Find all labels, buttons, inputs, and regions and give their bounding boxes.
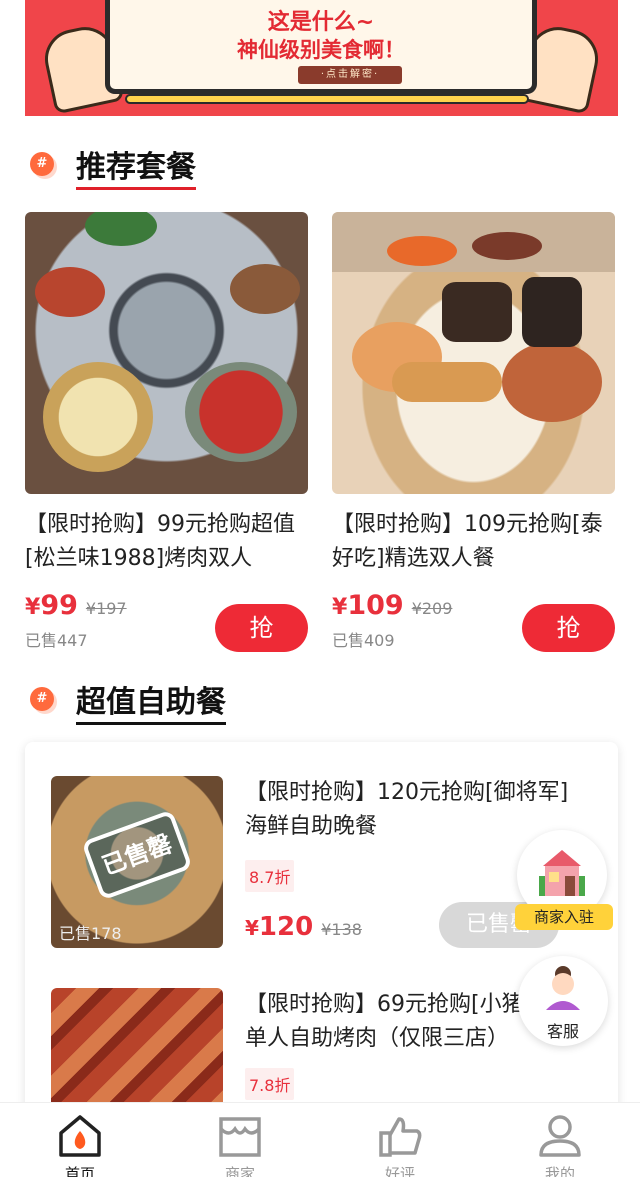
sauce-dish [472,232,542,260]
original-price: ¥209 [411,599,453,618]
merchant-join-button[interactable]: 商家入驻 [515,830,613,932]
fried-food [502,342,602,422]
spring-roll [392,362,502,402]
original-price: ¥197 [85,599,127,618]
thumbs-up-icon [379,1117,422,1157]
user-icon [539,1115,581,1157]
sold-out-stamp: 已售罄 [81,809,193,901]
banner-headline: 这是什么~ [267,10,375,35]
home-icon [59,1115,101,1157]
section-header-recommended: # 推荐套餐 [30,142,196,190]
storefront-icon [539,850,585,896]
merchant-join-label: 商家入驻 [515,904,613,930]
sauce-dish [387,236,457,266]
section-title: 推荐套餐 [76,142,196,190]
currency-symbol: ¥ [25,595,41,620]
current-price: 120 [258,912,314,942]
discount-badge: 8.7折 [245,860,295,892]
currency-symbol: ¥ [245,916,259,940]
section-title: 超值自助餐 [76,677,226,725]
bottom-tab-bar: 首页 商家 好评 我的 [0,1102,640,1177]
package-card[interactable]: 【限时抢购】109元抢购[泰好吃]精选双人餐 ¥ 109 ¥209 已售409 … [332,212,615,652]
package-photo[interactable] [25,212,308,494]
hash-icon: # [30,152,54,176]
buffet-thumbnail[interactable]: 已售罄 已售178 [51,776,223,948]
grab-button[interactable]: 抢 [522,604,615,652]
tab-reviews[interactable]: 好评 [320,1103,480,1177]
tab-label: 首页 [64,1165,95,1177]
original-price: ¥138 [321,920,362,939]
package-photo[interactable] [332,212,615,494]
hash-icon: # [30,687,54,711]
tab-label: 好评 [384,1165,415,1177]
food-plate [43,362,153,472]
buffet-price: ¥ 120 ¥138 [245,912,362,942]
package-name[interactable]: 【限时抢购】109元抢购[泰好吃]精选双人餐 [332,508,615,576]
tab-home[interactable]: 首页 [0,1103,160,1177]
customer-service-button[interactable]: 客服 [518,956,608,1046]
fried-food [522,277,582,347]
tab-profile[interactable]: 我的 [480,1103,640,1177]
package-name[interactable]: 【限时抢购】99元抢购超值[松兰味1988]烤肉双人 [25,508,308,576]
banner-reveal-button[interactable]: ·点击解密· [298,66,402,84]
tab-merchants[interactable]: 商家 [160,1103,320,1177]
section-header-buffet: # 超值自助餐 [30,677,226,725]
fried-food [442,282,512,342]
sold-count: 已售178 [59,924,122,943]
buffet-list: 已售罄 已售178 【限时抢购】120元抢购[御将军]海鲜自助晚餐 8.7折 ¥… [25,742,618,1122]
food-plate [185,362,297,462]
food-plate [35,267,105,317]
current-price: 99 [40,590,78,621]
banner-bar [125,94,529,104]
banner-subheadline: 神仙级别美食啊！ [237,38,405,62]
discount-badge: 7.8折 [245,1068,295,1100]
banner-board: 这是什么~ 神仙级别美食啊！ ·点击解密· [105,0,537,94]
food-plate [85,212,157,246]
food-plate [230,264,300,314]
tab-label: 商家 [224,1165,255,1177]
promo-banner[interactable]: 这是什么~ 神仙级别美食啊！ ·点击解密· [25,0,618,116]
package-card[interactable]: 【限时抢购】99元抢购超值[松兰味1988]烤肉双人 ¥ 99 ¥197 已售4… [25,212,308,652]
customer-service-icon [546,966,580,1010]
current-price: 109 [347,590,404,621]
tab-label: 我的 [544,1165,575,1177]
customer-service-label: 客服 [546,1022,579,1041]
store-icon [219,1117,261,1157]
grab-button[interactable]: 抢 [215,604,308,652]
currency-symbol: ¥ [332,595,348,620]
